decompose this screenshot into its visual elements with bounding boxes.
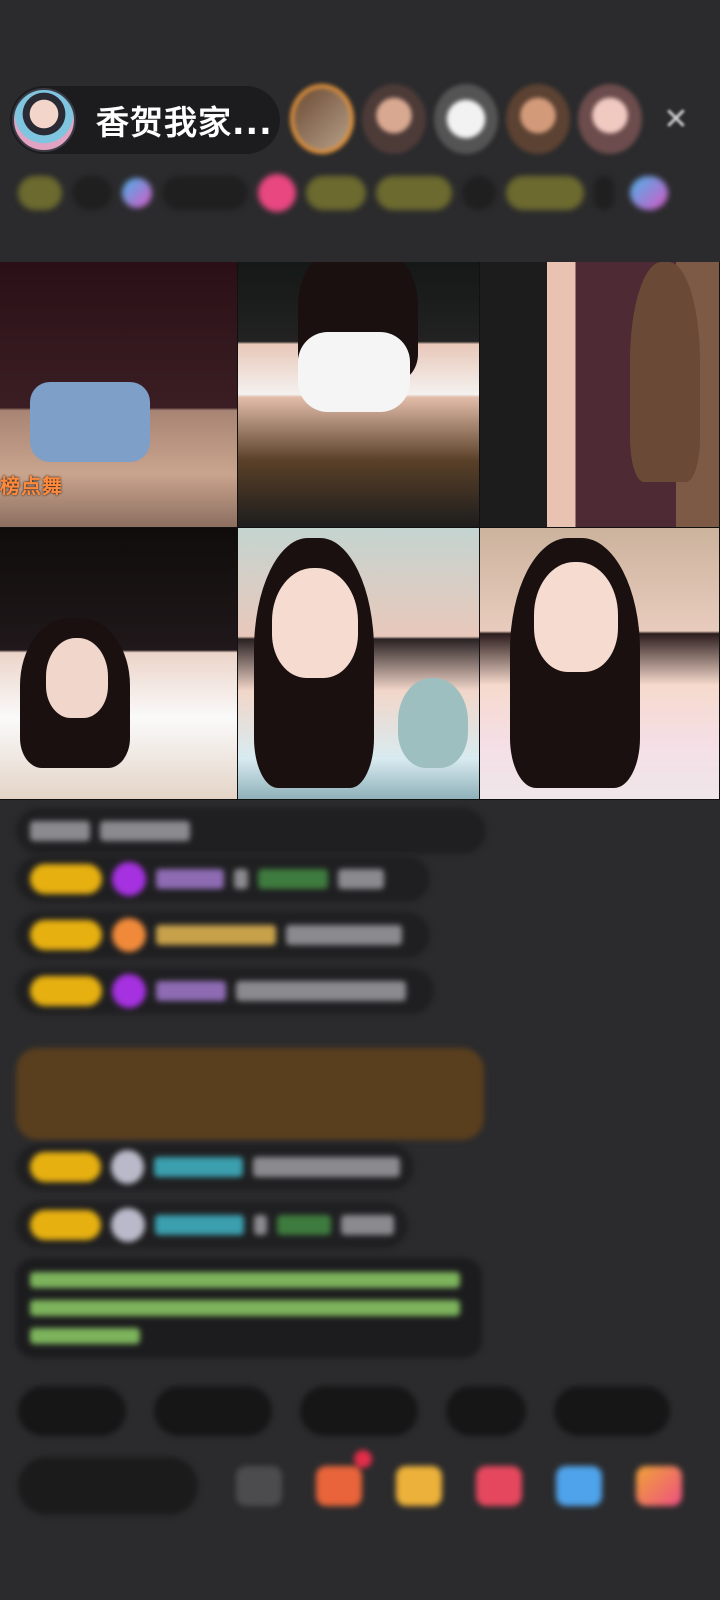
video-tile[interactable]: [480, 528, 720, 800]
chat-message[interactable]: [16, 968, 434, 1014]
notice-line: [30, 1328, 140, 1344]
rank-icon[interactable]: [630, 176, 668, 210]
microphone-icon: [398, 678, 468, 768]
gift-icon[interactable]: [258, 174, 296, 212]
highlight-message[interactable]: [16, 1048, 484, 1140]
level-badge: [30, 1210, 102, 1240]
chat-text: [30, 821, 90, 841]
gem-icon: [112, 974, 146, 1008]
face-shape: [534, 562, 618, 672]
host-avatar[interactable]: [12, 88, 76, 152]
bottom-action-bar: [18, 1450, 708, 1516]
gem-icon: [112, 918, 146, 952]
chat-username: [154, 1157, 243, 1177]
info-chip: [376, 176, 452, 210]
figure-shape: [30, 382, 150, 462]
room-info-row: [18, 170, 688, 216]
info-chip: [306, 176, 366, 210]
chat-text: [340, 1215, 395, 1235]
info-chip: [594, 176, 614, 210]
chat-username: [277, 1215, 331, 1235]
notice-line: [30, 1272, 460, 1288]
chat-text: [253, 1215, 268, 1235]
top-shape: [298, 332, 410, 412]
face-shape: [46, 638, 108, 718]
notification-dot: [354, 1450, 372, 1468]
video-tile[interactable]: [238, 262, 480, 528]
viewer-avatar[interactable]: [290, 84, 354, 154]
chat-username: [156, 981, 226, 1001]
host-name: 香贺我家...: [96, 103, 273, 142]
gift-box-button[interactable]: [316, 1466, 362, 1506]
gem-icon: [111, 1208, 145, 1242]
more-button[interactable]: [636, 1466, 682, 1506]
quick-reply-row: [18, 1386, 670, 1436]
viewer-avatar[interactable]: [434, 84, 498, 154]
chat-message[interactable]: [16, 912, 430, 958]
level-badge: [30, 976, 102, 1006]
gem-icon: [110, 1150, 145, 1184]
video-tile[interactable]: [0, 528, 238, 800]
tile-label: 榜点舞: [0, 474, 63, 498]
level-badge: [30, 864, 102, 894]
info-chip: [506, 176, 584, 210]
video-tile[interactable]: [480, 262, 720, 528]
close-icon[interactable]: ✕: [660, 104, 692, 136]
quick-reply-pill[interactable]: [446, 1386, 526, 1436]
viewer-avatar[interactable]: [362, 84, 426, 154]
chat-message[interactable]: [16, 1144, 414, 1190]
emoji-button[interactable]: [236, 1466, 282, 1506]
chat-message[interactable]: [16, 1202, 408, 1248]
host-info-pill[interactable]: 香贺我家...: [10, 86, 280, 154]
chat-username: [258, 869, 328, 889]
video-tile[interactable]: 榜点舞: [0, 262, 238, 528]
chat-text: [234, 869, 248, 889]
info-chip: [162, 176, 248, 210]
chat-username: [156, 869, 224, 889]
system-notice: [16, 1258, 482, 1358]
hair-shape: [630, 262, 700, 482]
gift-button[interactable]: [396, 1466, 442, 1506]
quick-reply-pill[interactable]: [154, 1386, 272, 1436]
viewer-avatar-list: [290, 84, 642, 154]
viewer-avatar[interactable]: [506, 84, 570, 154]
quick-reply-pill[interactable]: [300, 1386, 418, 1436]
info-chip: [462, 176, 496, 210]
chat-text: [236, 981, 406, 1001]
quick-reply-pill[interactable]: [18, 1386, 126, 1436]
level-badge: [30, 920, 102, 950]
activity-button[interactable]: [476, 1466, 522, 1506]
chat-text: [286, 925, 402, 945]
face-shape: [272, 568, 358, 678]
orb-icon: [122, 178, 152, 208]
viewer-avatar[interactable]: [578, 84, 642, 154]
chat-message[interactable]: [16, 808, 486, 854]
quick-reply-pill[interactable]: [554, 1386, 670, 1436]
chat-text: [100, 821, 190, 841]
video-grid: 榜点舞: [0, 262, 720, 800]
notice-line: [30, 1300, 460, 1316]
level-badge: [30, 1152, 101, 1182]
chat-message[interactable]: [16, 856, 430, 902]
gem-icon: [112, 862, 146, 896]
video-tile[interactable]: [238, 528, 480, 800]
chat-username: [154, 1215, 244, 1235]
level-chip[interactable]: [18, 176, 62, 210]
chat-username: [156, 925, 276, 945]
game-button[interactable]: [556, 1466, 602, 1506]
chat-text: [338, 869, 384, 889]
info-chip: [72, 176, 112, 210]
comment-input[interactable]: [18, 1457, 198, 1515]
chat-text: [252, 1157, 400, 1177]
